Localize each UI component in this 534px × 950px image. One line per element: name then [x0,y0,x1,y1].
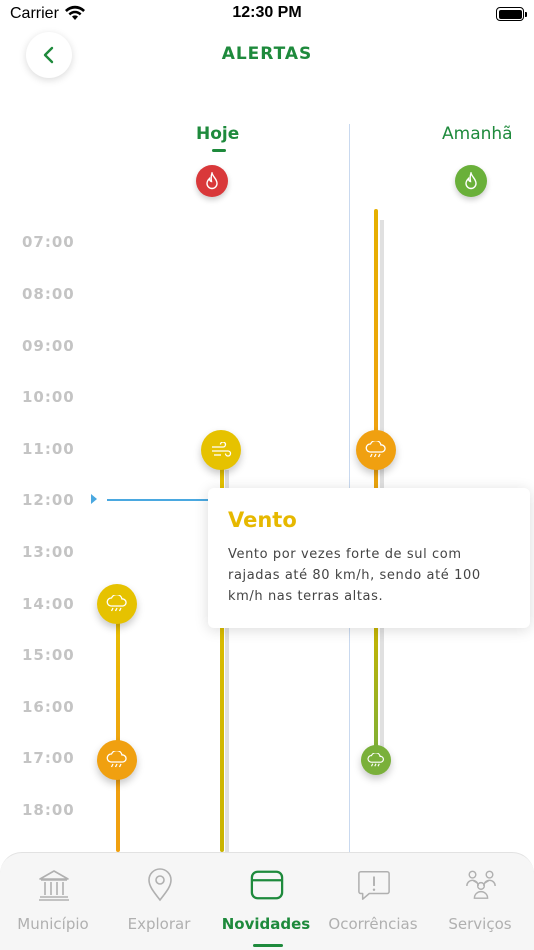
tab-today-underline [212,149,226,152]
rain-alert-node-tomorrow[interactable] [356,430,396,470]
status-bar: Carrier 12:30 PM [0,0,534,30]
battery-icon [496,7,527,21]
rain-alert-node-orange[interactable] [97,740,137,780]
hour-label: 07:00 [22,233,75,251]
tab-label: Ocorrências [328,915,418,933]
tab-servicos[interactable]: Serviços [427,853,533,950]
tab-today[interactable]: Hoje [196,124,239,144]
cloud-rain-icon [367,752,384,766]
hour-label: 18:00 [22,801,75,819]
now-line [107,499,209,501]
tab-explorar[interactable]: Explorar [106,853,212,950]
people-icon [464,867,498,903]
hour-label: 15:00 [22,646,75,664]
hour-label: 17:00 [22,749,75,767]
now-marker-icon [91,494,97,504]
tomorrow-alert-bar[interactable] [374,209,378,760]
cloud-rain-icon [106,751,127,768]
tab-label: Município [17,915,89,933]
hour-label: 16:00 [22,698,75,716]
flame-icon [465,172,477,190]
tab-label: Serviços [448,915,512,933]
rain-alert-node-green[interactable] [361,745,391,775]
map-pin-icon [143,867,177,903]
cloud-rain-icon [106,595,127,612]
tab-label: Explorar [127,915,191,933]
tab-novidades[interactable]: Novidades [213,853,319,950]
wind-icon [212,442,232,457]
tab-tomorrow[interactable]: Amanhã [442,124,513,144]
tab-municipio[interactable]: Município [0,853,106,950]
page-title: ALERTAS [221,44,313,64]
bottom-tab-bar: Município Explorar Novidades Ocorrências… [0,852,534,950]
fire-risk-tomorrow-badge[interactable] [455,165,487,197]
alert-detail-popup[interactable]: Vento Vento por vezes forte de sul com r… [208,488,530,628]
hour-label: 09:00 [22,337,75,355]
hour-label: 12:00 [22,491,75,509]
tab-label: Novidades [221,915,311,933]
wind-alert-node[interactable] [201,430,241,470]
flame-icon [206,172,218,190]
bank-icon [37,867,71,903]
hour-label: 08:00 [22,285,75,303]
active-tab-indicator [253,944,283,947]
status-time: 12:30 PM [232,4,302,21]
hour-label: 14:00 [22,595,75,613]
tab-ocorrencias[interactable]: Ocorrências [320,853,426,950]
hour-label: 13:00 [22,543,75,561]
fire-risk-today-badge[interactable] [196,165,228,197]
popup-title: Vento [228,508,297,532]
hour-label: 11:00 [22,440,75,458]
rain-alert-node-yellow[interactable] [97,584,137,624]
rain-alert-bar-yellow[interactable] [116,604,120,760]
popup-description: Vento por vezes forte de sul com rajadas… [228,547,481,604]
speech-alert-icon [357,867,391,903]
cloud-rain-icon [365,441,386,458]
window-icon [250,867,284,903]
hour-label: 10:00 [22,388,75,406]
